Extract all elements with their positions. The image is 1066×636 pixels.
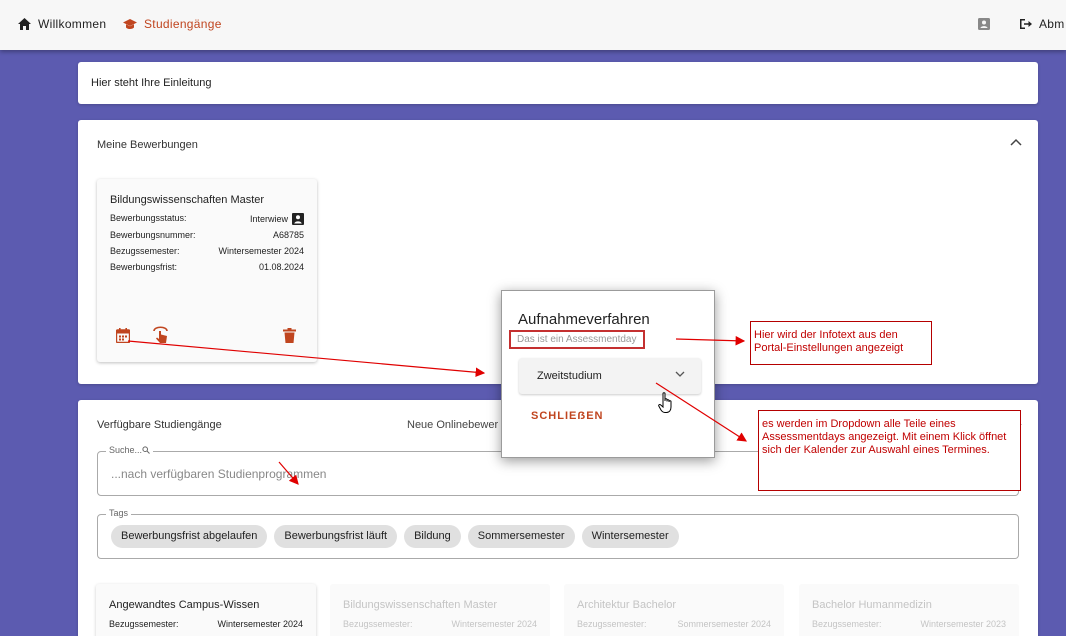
annotation-arrows (127, 335, 748, 485)
